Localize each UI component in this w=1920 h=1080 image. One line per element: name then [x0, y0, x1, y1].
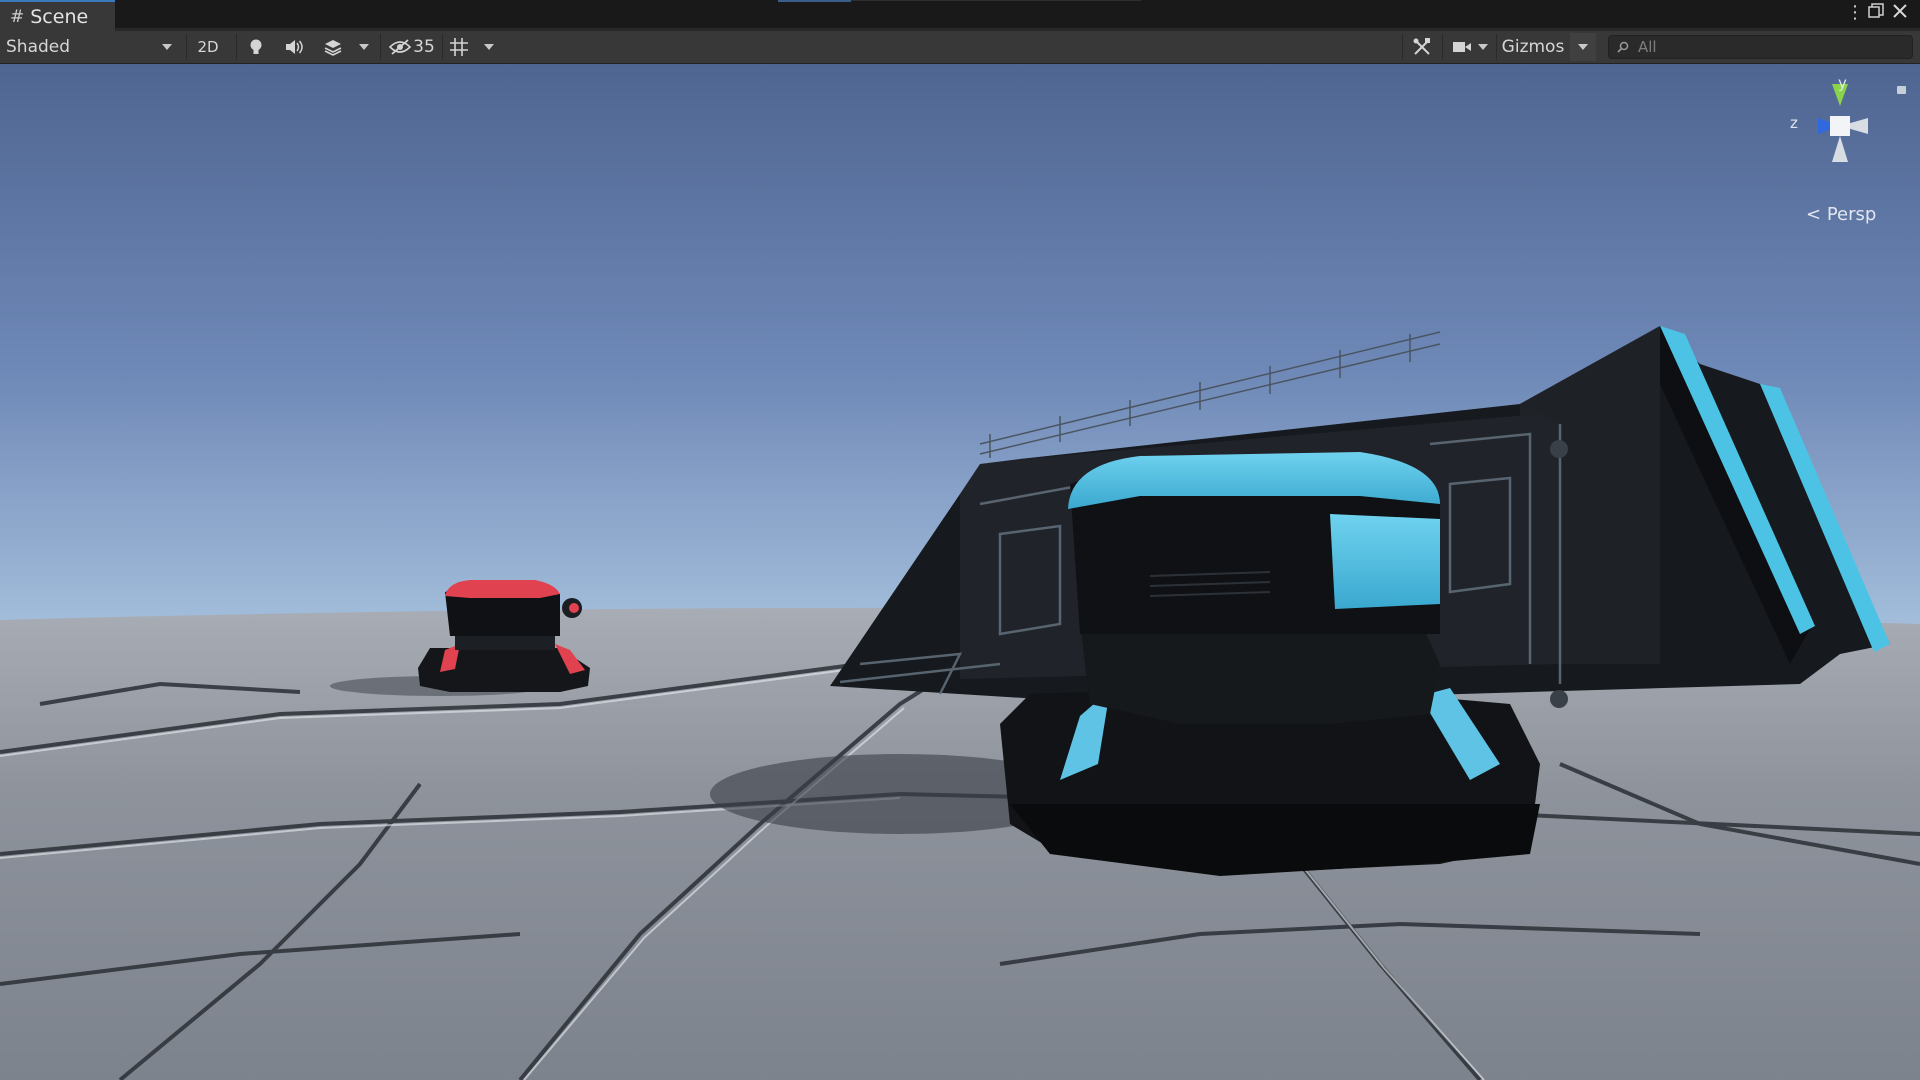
persp-chevron-icon: <	[1806, 204, 1822, 225]
gizmos-button[interactable]: Gizmos	[1498, 33, 1568, 61]
shading-mode-label: Shaded	[6, 37, 71, 57]
chevron-down-icon	[162, 44, 172, 50]
tab-scene[interactable]: # Scene	[0, 0, 115, 31]
2d-mode-button[interactable]: 2D	[190, 33, 226, 61]
maximize-icon[interactable]	[1868, 3, 1884, 24]
hidden-objects-toggle[interactable]: 35	[384, 33, 440, 61]
close-icon[interactable]	[1892, 3, 1908, 24]
camera-icon	[1453, 42, 1471, 52]
separator	[1402, 34, 1403, 60]
scene-toolbar: Shaded 2D 35 Gizmos All	[0, 31, 1920, 64]
chevron-down-icon	[359, 44, 369, 50]
grid-dropdown[interactable]	[478, 33, 500, 61]
gizmos-dropdown[interactable]	[1570, 33, 1596, 61]
speaker-icon	[286, 40, 303, 54]
lock-icon[interactable]	[1897, 86, 1906, 94]
separator	[1442, 34, 1443, 60]
camera-settings-dropdown[interactable]	[1446, 33, 1494, 61]
effects-toggle[interactable]	[316, 33, 350, 61]
lightbulb-icon	[250, 39, 262, 54]
chevron-down-icon	[1578, 44, 1588, 50]
tab-divider	[851, 0, 1141, 1]
tools-icon	[1413, 38, 1430, 55]
grid-icon	[450, 38, 468, 56]
window-tab-bar: # Scene ⋮	[0, 0, 1920, 31]
gizmo-z-label: z	[1790, 114, 1798, 132]
eye-slash-icon	[389, 39, 412, 55]
drag-indicator	[778, 0, 851, 2]
lighting-toggle[interactable]	[240, 33, 272, 61]
separator	[1496, 34, 1497, 60]
scene-render	[0, 326, 1920, 1080]
separator	[236, 34, 237, 60]
effects-dropdown[interactable]	[352, 33, 376, 61]
gizmo-neg-y-axis	[1832, 136, 1848, 162]
audio-toggle[interactable]	[278, 33, 310, 61]
search-icon	[1617, 41, 1629, 53]
search-placeholder: All	[1638, 38, 1657, 56]
chevron-down-icon	[484, 44, 494, 50]
scene-tools-toggle[interactable]	[1406, 33, 1438, 61]
gizmo-y-label: y	[1838, 74, 1847, 92]
separator	[442, 34, 443, 60]
scene-hash-icon: #	[10, 6, 25, 27]
search-input[interactable]: All	[1608, 35, 1913, 59]
gizmo-center-cube	[1830, 116, 1850, 136]
projection-label: Persp	[1826, 204, 1877, 225]
tab-scene-label: Scene	[30, 5, 89, 28]
hidden-count: 35	[413, 37, 435, 57]
separator	[186, 34, 187, 60]
layers-icon	[324, 40, 342, 56]
gizmos-label: Gizmos	[1501, 37, 1565, 57]
kebab-menu-icon[interactable]: ⋮	[1846, 2, 1864, 23]
grid-toggle[interactable]	[446, 33, 472, 61]
separator	[380, 34, 381, 60]
chevron-down-icon	[1478, 44, 1488, 50]
projection-toggle[interactable]: < Persp	[1806, 204, 1876, 225]
scene-viewport[interactable]: y z < Persp	[0, 64, 1920, 1080]
2d-mode-label: 2D	[197, 38, 219, 56]
shading-mode-dropdown[interactable]: Shaded	[0, 33, 180, 61]
